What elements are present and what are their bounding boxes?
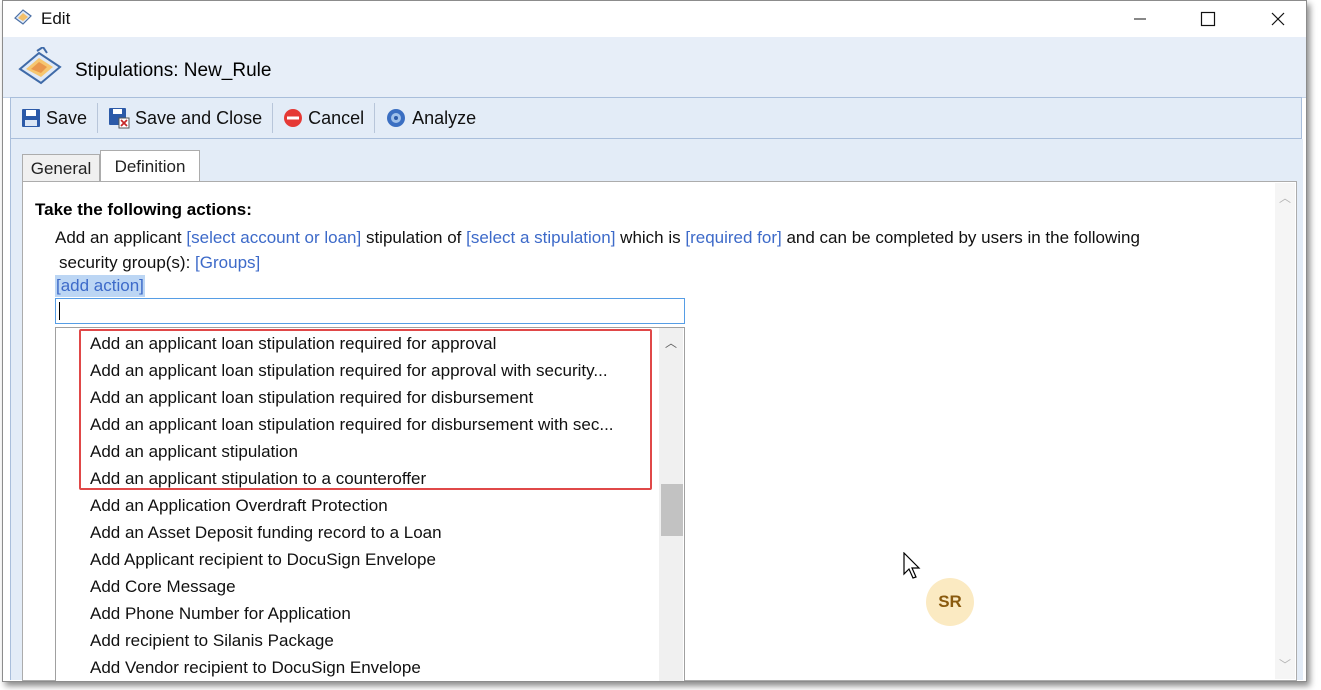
- panel-scrollbar[interactable]: ︿ ﹀: [1275, 183, 1295, 679]
- stipulation-icon: [17, 45, 63, 89]
- cancel-button[interactable]: Cancel: [273, 98, 374, 138]
- sentence-text: and can be completed by users in the fol…: [781, 228, 1140, 247]
- action-filter-input[interactable]: [55, 298, 685, 324]
- floppy-disk-icon: [22, 109, 40, 127]
- actions-heading: Take the following actions:: [35, 200, 252, 219]
- save-and-close-label: Save and Close: [135, 107, 263, 128]
- select-account-or-loan-link[interactable]: [select account or loan]: [186, 228, 361, 247]
- title-bar: Edit: [3, 1, 1306, 37]
- minimize-button[interactable]: [1105, 1, 1175, 37]
- dropdown-scroll-thumb[interactable]: [661, 484, 683, 536]
- groups-link[interactable]: [Groups]: [195, 253, 260, 272]
- tab-general[interactable]: General: [22, 154, 100, 182]
- save-and-close-button[interactable]: Save and Close: [98, 98, 272, 138]
- required-for-link[interactable]: [required for]: [685, 228, 781, 247]
- header-band: Stipulations: New_Rule: [3, 37, 1306, 98]
- analyze-button[interactable]: Analyze: [375, 98, 486, 138]
- save-button[interactable]: Save: [11, 98, 97, 138]
- scroll-up-icon[interactable]: ︿: [665, 334, 677, 351]
- edit-window: Edit Stipulations: New_Rule Save Save an…: [2, 0, 1307, 682]
- app-icon: [13, 8, 33, 28]
- scroll-down-icon[interactable]: ﹀: [1279, 656, 1291, 673]
- dropdown-item[interactable]: Add an Application Overdraft Protection: [90, 492, 614, 519]
- sentence-text: Add an applicant: [55, 228, 187, 247]
- cancel-label: Cancel: [308, 107, 365, 128]
- gear-icon: [387, 109, 406, 127]
- action-sentence: Add an applicant [select account or loan…: [55, 225, 1255, 275]
- dropdown-scrollbar[interactable]: ︿: [659, 328, 683, 681]
- sentence-text: security group(s):: [59, 253, 196, 272]
- dropdown-item[interactable]: Add an Asset Deposit funding record to a…: [90, 519, 614, 546]
- scroll-up-icon[interactable]: ︿: [1279, 189, 1291, 206]
- tab-definition[interactable]: Definition: [100, 150, 200, 182]
- save-close-icon: [109, 108, 130, 129]
- annotation-highlight-box: [79, 329, 652, 490]
- dropdown-item[interactable]: Add Core Message: [90, 573, 614, 600]
- cancel-icon: [284, 109, 303, 127]
- close-button[interactable]: [1243, 1, 1306, 37]
- text-caret: [59, 302, 60, 320]
- select-stipulation-link[interactable]: [select a stipulation]: [466, 228, 615, 247]
- maximize-button[interactable]: [1173, 1, 1243, 37]
- dropdown-item[interactable]: Add Phone Number for Application: [90, 600, 614, 627]
- page-title: Stipulations: New_Rule: [75, 60, 272, 81]
- save-label: Save: [46, 107, 88, 128]
- analyze-label: Analyze: [412, 107, 477, 128]
- avatar: SR: [926, 578, 974, 626]
- window-title: Edit: [41, 9, 71, 28]
- sentence-text: which is: [615, 228, 686, 247]
- mouse-cursor-icon: [903, 551, 923, 585]
- dropdown-item[interactable]: Add Vendor recipient to DocuSign Envelop…: [90, 654, 614, 681]
- dropdown-item[interactable]: Add recipient to Silanis Package: [90, 627, 614, 654]
- add-action-link[interactable]: [add action]: [55, 275, 145, 297]
- sentence-text: stipulation of: [361, 228, 467, 247]
- dropdown-item[interactable]: Add Applicant recipient to DocuSign Enve…: [90, 546, 614, 573]
- toolbar: Save Save and Close Cancel Analyze: [10, 97, 1302, 139]
